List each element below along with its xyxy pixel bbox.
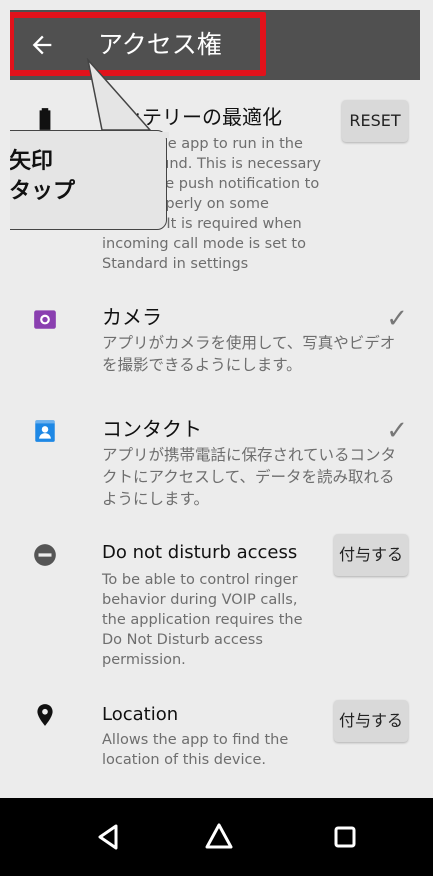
permission-camera[interactable]: カメラ アプリがカメラを使用して、写真やビデオを撮影できるようにします。 ✓ <box>10 304 420 394</box>
permission-location: Location Allows the app to find the loca… <box>10 700 420 782</box>
grant-button[interactable]: 付与する <box>334 700 408 742</box>
callout-line-2: タップ <box>10 179 76 204</box>
permission-do-not-disturb: Do not disturb access To be able to cont… <box>10 534 420 670</box>
item-title: コンタクト <box>102 417 202 441</box>
item-description: アプリがカメラを使用して、写真やビデオを撮影できるようにします。 <box>102 334 396 374</box>
grant-button[interactable]: 付与する <box>334 534 408 576</box>
item-description: Allows the app to find the location of t… <box>102 732 289 768</box>
system-nav-bar <box>0 798 433 876</box>
callout-seam <box>125 132 169 138</box>
instruction-callout: 矢印 タップ <box>10 130 167 230</box>
item-title: カメラ <box>102 305 162 329</box>
item-description: アプリが携帯電話に保存されているコンタクトにアクセスして、データを読み取れるよう… <box>102 446 397 508</box>
nav-home-icon[interactable] <box>194 812 244 862</box>
do-not-disturb-icon <box>34 544 56 566</box>
item-description: To be able to control ringer behavior du… <box>102 572 303 668</box>
permission-contacts[interactable]: コンタクト アプリが携帯電話に保存されているコンタクトにアクセスして、データを読… <box>10 416 420 526</box>
nav-recents-icon[interactable] <box>320 812 370 862</box>
callout-line-1: 矢印 <box>10 149 54 174</box>
reset-button[interactable]: RESET <box>342 100 408 142</box>
item-title: Do not disturb access <box>102 542 298 563</box>
contact-icon <box>35 420 55 442</box>
item-title: Location <box>102 704 179 725</box>
camera-icon <box>34 310 56 329</box>
checkmark-icon: ✓ <box>386 304 408 334</box>
location-pin-icon <box>37 704 53 726</box>
checkmark-icon: ✓ <box>386 416 408 446</box>
app-screen: アクセス権 バッテリーの最適化 Allows the app to run in… <box>10 10 420 876</box>
nav-back-icon[interactable] <box>83 812 133 862</box>
